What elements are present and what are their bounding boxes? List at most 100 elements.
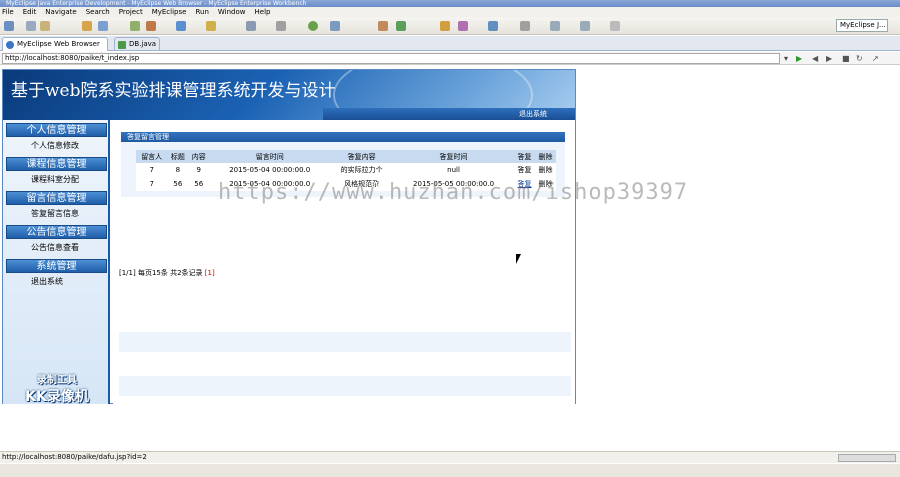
save-icon[interactable] (26, 21, 36, 31)
cell-content: 56 (188, 177, 210, 191)
column-header: 内容 (188, 150, 210, 163)
sidebar: 个人信息管理 个人信息修改 课程信息管理 课程科室分配 留言信息管理 答复留言信… (3, 120, 110, 405)
open-type-icon[interactable] (82, 21, 92, 31)
web-app: 基于web院系实验排课管理系统开发与设计 退出系统 个人信息管理 个人信息修改 … (2, 69, 576, 405)
column-header: 答复 (514, 150, 535, 163)
menu-navigate[interactable]: Navigate (45, 7, 76, 17)
sidebar-heading-system[interactable]: 系统管理 (6, 259, 107, 273)
run-icon[interactable] (308, 21, 318, 31)
back-icon[interactable]: ◀ (812, 53, 818, 64)
logo-line2: KK录像机 (25, 389, 89, 405)
new-icon[interactable] (4, 21, 14, 31)
package-icon[interactable] (440, 21, 450, 31)
column-header: 标题 (167, 150, 189, 163)
window-title-bar: MyEclipse Java Enterprise Development - … (0, 0, 900, 7)
tool-icon[interactable] (246, 21, 256, 31)
menu-myeclipse[interactable]: MyEclipse (152, 7, 187, 17)
print-icon[interactable] (40, 21, 50, 31)
column-header: 留言时间 (209, 150, 331, 163)
menu-window[interactable]: Window (218, 7, 246, 17)
gear-icon[interactable] (276, 21, 286, 31)
sidebar-heading-personal[interactable]: 个人信息管理 (6, 123, 107, 137)
sidebar-item-course-room[interactable]: 课程科室分配 (3, 171, 108, 188)
browser-icon[interactable] (176, 21, 186, 31)
table-header-row: 留言人 标题 内容 留言时间 答复内容 答复时间 答复 删除 (136, 150, 556, 163)
external-icon[interactable]: ↗ (872, 53, 879, 64)
perspective-switcher[interactable]: MyEclipse J... (836, 19, 888, 32)
pager-text: [1/1] 每页15条 共2条记录 (119, 269, 203, 277)
back-icon[interactable] (550, 21, 560, 31)
panel-title: 答复留言管理 (121, 132, 565, 142)
table-row: 7 8 9 2015-05-04 00:00:00.0 的实际拉力个 null … (136, 163, 556, 177)
grid-icon[interactable] (378, 21, 388, 31)
reply-link[interactable]: 答复 (514, 163, 535, 177)
menu-run[interactable]: Run (195, 7, 208, 17)
java-icon[interactable] (396, 21, 406, 31)
editor-tabs: MyEclipse Web Browser DB.java (0, 36, 900, 51)
url-input[interactable]: http://localhost:8080/paike/t_index.jsp (2, 53, 780, 64)
annotation-icon[interactable] (520, 21, 530, 31)
sidebar-heading-course[interactable]: 课程信息管理 (6, 157, 107, 171)
status-bar: http://localhost:8080/paike/dafu.jsp?id=… (0, 451, 900, 463)
content-band (119, 376, 571, 396)
sidebar-item-view-notice[interactable]: 公告信息查看 (3, 239, 108, 256)
cell-reply-content: 的实际拉力个 (330, 163, 394, 177)
menu-edit[interactable]: Edit (23, 7, 37, 17)
browser-viewport: 基于web院系实验排课管理系统开发与设计 退出系统 个人信息管理 个人信息修改 … (0, 66, 900, 450)
tab-web-browser[interactable]: MyEclipse Web Browser (2, 37, 108, 51)
menu-file[interactable]: File (2, 7, 14, 17)
search-icon[interactable] (98, 21, 108, 31)
go-icon[interactable]: ▶ (796, 53, 802, 64)
cell-author: 7 (136, 177, 168, 191)
tab-label: MyEclipse Web Browser (17, 40, 100, 48)
sidebar-item-logout[interactable]: 退出系统 (3, 273, 108, 290)
menu-project[interactable]: Project (119, 7, 143, 17)
edit-icon[interactable] (488, 21, 498, 31)
watermark: https://www.huzhan.com/ishop39397 (218, 180, 689, 205)
address-bar: http://localhost:8080/paike/t_index.jsp … (0, 52, 900, 65)
sidebar-item-reply-message[interactable]: 答复留言信息 (3, 205, 108, 222)
stop-icon[interactable]: ■ (842, 53, 850, 64)
logo-line1: 录制工具 (37, 375, 77, 386)
globe-icon (6, 41, 14, 49)
status-text: http://localhost:8080/paike/dafu.jsp?id=… (2, 453, 147, 461)
main-toolbar: MyEclipse J... (0, 17, 900, 35)
pager-link[interactable]: [1] (205, 269, 215, 277)
recorder-logo: 录制工具 KK录像机 (17, 371, 97, 405)
tab-db-java[interactable]: DB.java (114, 37, 160, 51)
history-icon[interactable] (610, 21, 620, 31)
column-header: 删除 (535, 150, 556, 163)
sidebar-heading-message[interactable]: 留言信息管理 (6, 191, 107, 205)
folder-icon[interactable] (206, 21, 216, 31)
logout-link[interactable]: 退出系统 (519, 108, 547, 120)
sidebar-item-edit-profile[interactable]: 个人信息修改 (3, 137, 108, 154)
sidebar-heading-notice[interactable]: 公告信息管理 (6, 225, 107, 239)
header-banner: 基于web院系实验排课管理系统开发与设计 退出系统 (3, 70, 575, 120)
menu-bar: File Edit Navigate Search Project MyEcli… (0, 7, 900, 17)
cell-content: 9 (188, 163, 210, 177)
column-header: 答复内容 (330, 150, 394, 163)
cell-title: 8 (167, 163, 189, 177)
refresh-icon[interactable]: ↻ (856, 53, 863, 64)
tab-label: DB.java (129, 40, 157, 48)
deploy-icon[interactable] (130, 21, 140, 31)
dropdown-icon[interactable]: ▾ (784, 53, 788, 64)
cell-author: 7 (136, 163, 168, 177)
forward-icon[interactable]: ▶ (826, 53, 832, 64)
class-icon[interactable] (458, 21, 468, 31)
cell-time: 2015-05-04 00:00:00.0 (209, 163, 331, 177)
cell-reply-time: null (393, 163, 515, 177)
debug-icon[interactable] (330, 21, 340, 31)
forward-icon[interactable] (580, 21, 590, 31)
content-band (119, 332, 571, 352)
perspective-label: MyEclipse J... (840, 21, 886, 29)
server-icon[interactable] (146, 21, 156, 31)
app-title: 基于web院系实验排课管理系统开发与设计 (11, 81, 336, 101)
delete-link[interactable]: 删除 (535, 163, 556, 177)
java-file-icon (118, 41, 126, 49)
main-content: 答复留言管理 留言人 标题 内容 留言时间 答复内容 答复时间 答复 删除 7 … (113, 120, 575, 404)
bottom-bar (0, 464, 900, 477)
cell-title: 56 (167, 177, 189, 191)
menu-help[interactable]: Help (255, 7, 271, 17)
menu-search[interactable]: Search (86, 7, 110, 17)
